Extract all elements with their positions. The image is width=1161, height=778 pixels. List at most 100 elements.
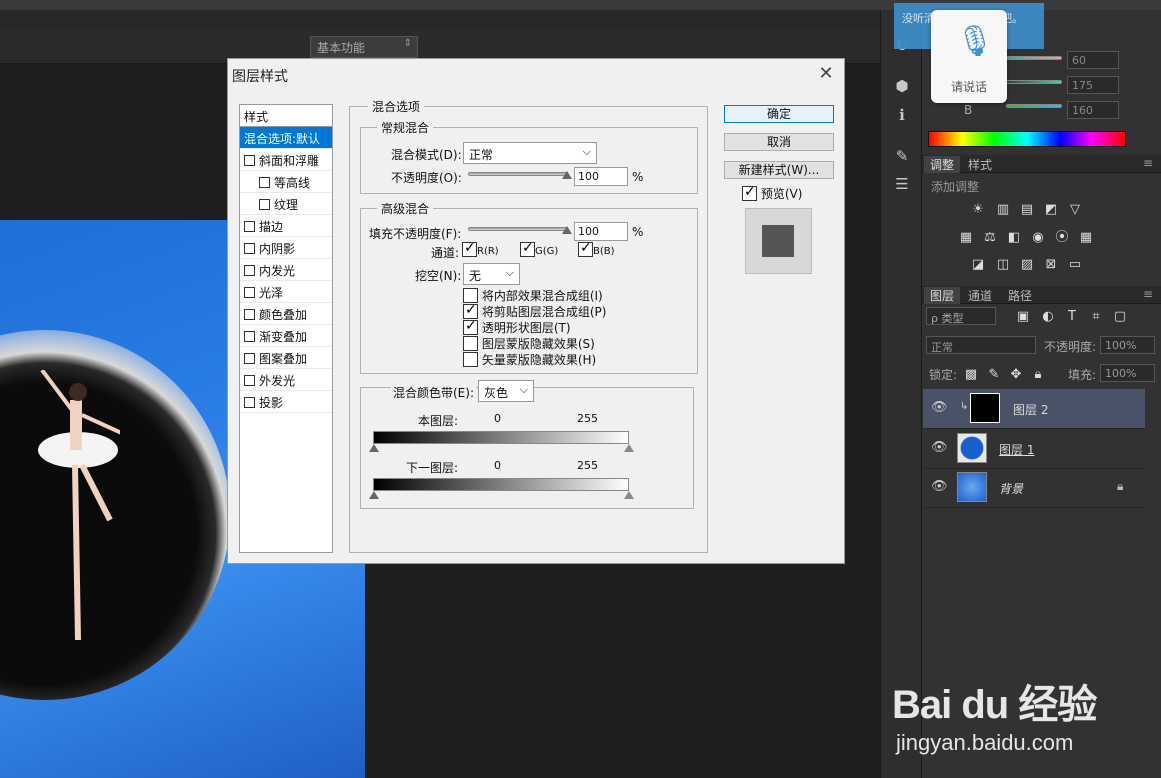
posterize-icon[interactable]: ◫ — [995, 258, 1011, 272]
shape-filter-icon[interactable]: ⌗ — [1088, 310, 1104, 324]
levels-icon[interactable]: ▥ — [995, 203, 1011, 217]
checkbox[interactable] — [520, 240, 535, 257]
style-item-satin[interactable]: 光泽 — [240, 281, 332, 303]
checkbox[interactable] — [244, 309, 255, 320]
checkbox[interactable] — [463, 318, 478, 335]
checkbox[interactable] — [259, 199, 270, 210]
image-filter-icon[interactable]: ▣ — [1015, 310, 1031, 324]
color-slider-g[interactable] — [1006, 80, 1062, 84]
invert-icon[interactable]: ◪ — [970, 258, 986, 272]
checkbox[interactable] — [244, 375, 255, 386]
style-item-blending-options[interactable]: 混合选项:默认 — [240, 127, 332, 149]
lock-move-icon[interactable]: ✥ — [1008, 368, 1024, 382]
checkbox[interactable] — [462, 240, 477, 257]
this-layer-black-handle[interactable] — [369, 444, 379, 452]
vibrance-icon[interactable]: ▽ — [1067, 203, 1083, 217]
adjust-filter-icon[interactable]: ◐ — [1040, 310, 1056, 324]
threshold-icon[interactable]: ▨ — [1019, 258, 1035, 272]
checkbox[interactable] — [463, 288, 478, 303]
selective-color-icon[interactable]: ⊠ — [1043, 258, 1059, 272]
channel-g[interactable]: G(G) — [520, 240, 558, 257]
option-transparency-shapes[interactable]: 透明形状图层(T) — [463, 318, 571, 336]
opacity-input[interactable]: 100 — [574, 167, 628, 186]
channel-b[interactable]: B(B) — [578, 240, 615, 257]
color-spectrum[interactable] — [928, 131, 1126, 147]
brightness-icon[interactable]: ☀ — [970, 203, 986, 217]
eye-icon[interactable]: 👁︎ — [931, 440, 948, 455]
checkbox[interactable] — [244, 221, 255, 232]
layer-fill-input[interactable]: 100% — [1100, 364, 1155, 382]
curves-icon[interactable]: ▤ — [1019, 203, 1035, 217]
close-icon[interactable]: ✕ — [816, 63, 836, 84]
color-slider-r[interactable] — [1006, 56, 1062, 60]
underlying-black-handle[interactable] — [369, 491, 379, 499]
3d-icon[interactable]: ⬢ — [892, 77, 912, 95]
color-r-input[interactable]: 60 — [1067, 51, 1119, 69]
layer-opacity-input[interactable]: 100% — [1100, 336, 1155, 354]
lock-pixels-icon[interactable]: ▩ — [963, 368, 979, 382]
checkbox[interactable] — [244, 331, 255, 342]
eye-icon[interactable]: 👁︎ — [931, 479, 948, 494]
gradient-map-icon[interactable]: ▭ — [1067, 258, 1083, 272]
eye-icon[interactable]: 👁︎ — [931, 400, 948, 415]
checkbox[interactable] — [244, 397, 255, 408]
layer-name[interactable]: 图层 1 — [999, 441, 1034, 458]
style-item-color-overlay[interactable]: 颜色叠加 — [240, 303, 332, 325]
type-filter-icon[interactable]: T — [1064, 310, 1080, 324]
workspace-select[interactable]: 基本功能 ⇕ — [310, 36, 418, 58]
exposure-icon[interactable]: ◩ — [1043, 203, 1059, 217]
this-layer-white-handle[interactable] — [624, 444, 634, 452]
checkbox[interactable] — [463, 352, 478, 367]
option-vector-mask-hides[interactable]: 矢量蒙版隐藏效果(H) — [463, 351, 596, 368]
style-item-pattern-overlay[interactable]: 图案叠加 — [240, 347, 332, 369]
underlying-white-handle[interactable] — [624, 491, 634, 499]
option-blend-interior[interactable]: 将内部效果混合成组(I) — [463, 287, 603, 304]
layer-row[interactable]: 👁︎ 背景 🔒︎ — [923, 468, 1145, 508]
checkbox[interactable] — [244, 287, 255, 298]
checkbox[interactable] — [259, 177, 270, 188]
layer-row[interactable]: 👁︎ ↳ 图层 2 — [923, 389, 1145, 429]
tab-channels[interactable]: 通道 — [962, 287, 998, 304]
photo-filter-icon[interactable]: ◉ — [1030, 231, 1046, 245]
sliders-icon[interactable]: ☰ — [892, 175, 912, 193]
channel-r[interactable]: R(R) — [462, 240, 499, 257]
color-g-input[interactable]: 175 — [1067, 76, 1119, 94]
brush-icon[interactable]: ✎ — [892, 147, 912, 165]
checkbox[interactable] — [463, 336, 478, 351]
blend-mode-select[interactable]: 正常 ⌵ — [463, 142, 597, 164]
option-layer-mask-hides[interactable]: 图层蒙版隐藏效果(S) — [463, 335, 595, 352]
opacity-slider-handle[interactable] — [562, 171, 572, 179]
layer-row[interactable]: 👁︎ 图层 1 — [923, 429, 1145, 469]
style-item-drop-shadow[interactable]: 投影 — [240, 391, 332, 413]
tab-layers[interactable]: 图层 — [924, 287, 961, 304]
layer-name[interactable]: 背景 — [999, 480, 1023, 497]
balance-icon[interactable]: ⚖ — [982, 231, 998, 245]
style-item-inner-glow[interactable]: 内发光 — [240, 259, 332, 281]
checkbox[interactable] — [578, 240, 593, 257]
layer-name[interactable]: 图层 2 — [1013, 401, 1048, 418]
new-style-button[interactable]: 新建样式(W)... — [724, 161, 834, 179]
info-icon[interactable]: ℹ — [892, 106, 912, 124]
lock-brush-icon[interactable]: ✎ — [986, 368, 1002, 382]
color-lookup-icon[interactable]: ▦ — [1078, 231, 1094, 245]
style-item-stroke[interactable]: 描边 — [240, 215, 332, 237]
knockout-select[interactable]: 无 ⌵ — [463, 263, 520, 285]
checkbox[interactable] — [463, 302, 478, 319]
tab-styles[interactable]: 样式 — [962, 156, 998, 173]
voice-input-button[interactable]: 🎙︎ 请说话 — [931, 10, 1007, 103]
bw-icon[interactable]: ◧ — [1006, 231, 1022, 245]
checkbox[interactable] — [244, 353, 255, 364]
smart-filter-icon[interactable]: ▢ — [1112, 310, 1128, 324]
fill-opacity-slider[interactable] — [468, 227, 568, 231]
channel-mixer-icon[interactable]: ⦿ — [1054, 231, 1070, 245]
fill-opacity-slider-handle[interactable] — [562, 226, 572, 234]
checkbox[interactable] — [244, 155, 255, 166]
layer-blend-mode-select[interactable]: 正常 — [926, 336, 1036, 354]
lock-all-icon[interactable]: 🔒︎ — [1030, 368, 1046, 382]
opacity-slider[interactable] — [468, 172, 568, 176]
style-item-inner-shadow[interactable]: 内阴影 — [240, 237, 332, 259]
panel-menu-icon[interactable]: ≡ — [1137, 287, 1159, 301]
layer-filter-select[interactable]: ρ 类型 — [926, 307, 996, 325]
style-item-outer-glow[interactable]: 外发光 — [240, 369, 332, 391]
checkbox[interactable] — [244, 243, 255, 254]
